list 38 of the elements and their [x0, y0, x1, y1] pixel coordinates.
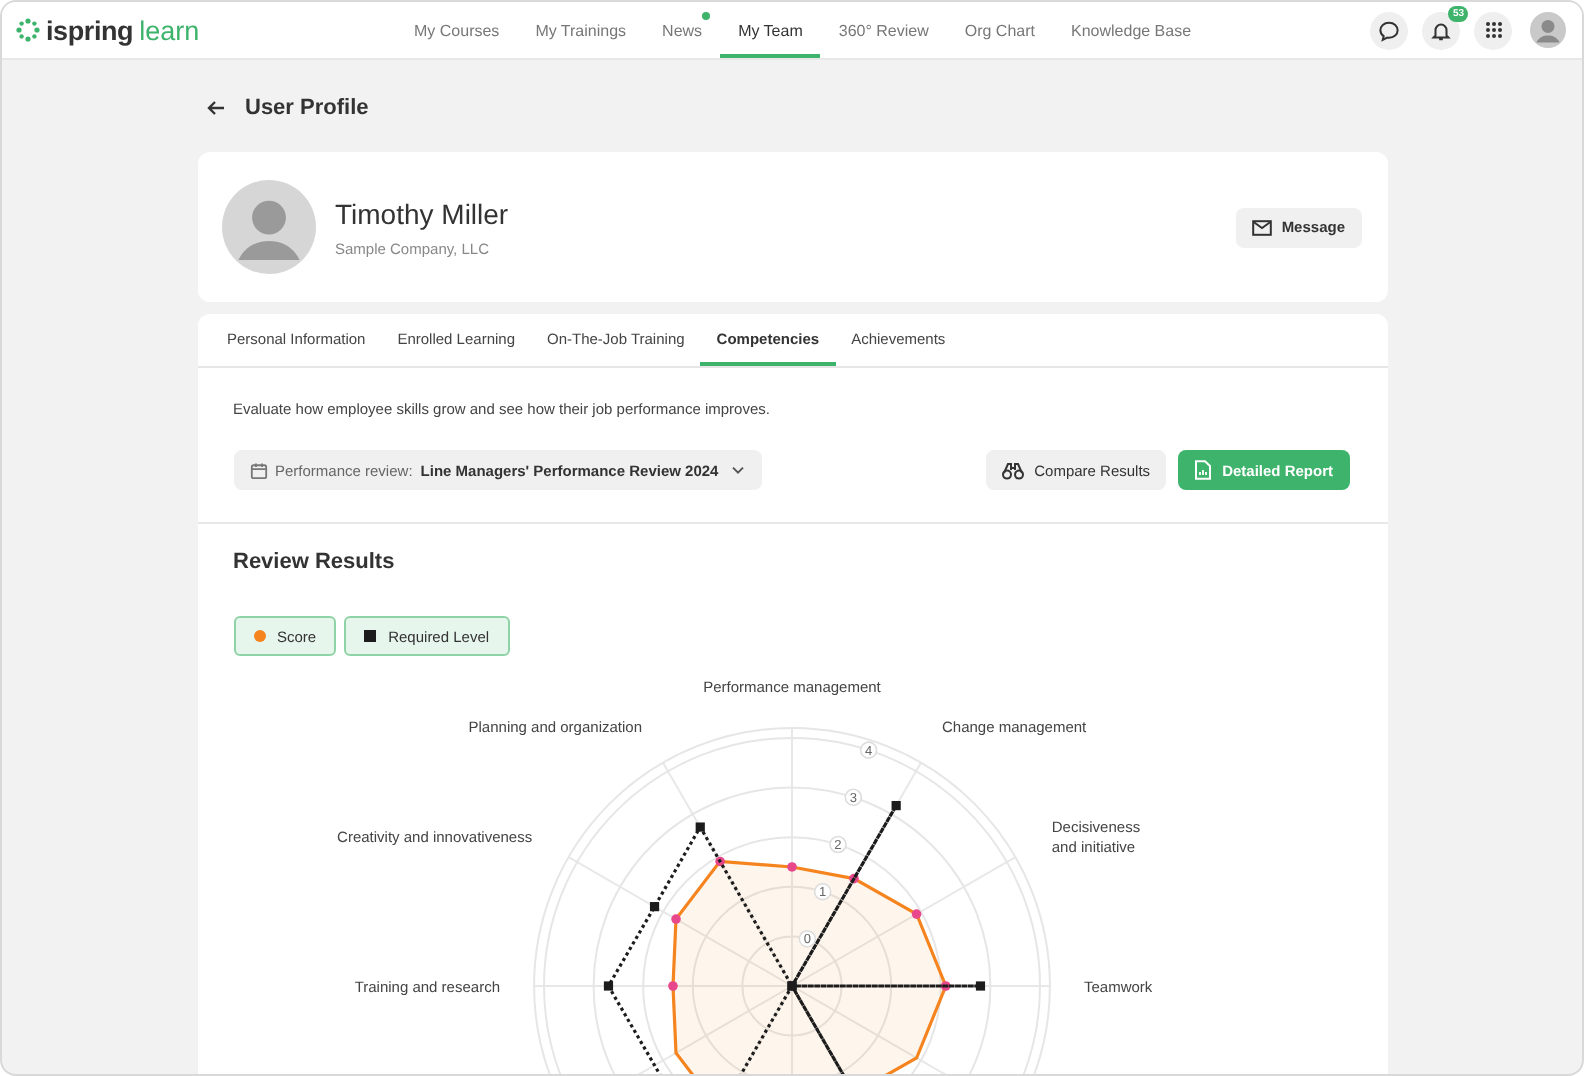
section-title: Review Results: [233, 548, 397, 578]
calendar-icon: [249, 461, 267, 479]
nav-link[interactable]: My Courses: [396, 2, 518, 58]
logo-icon: [16, 18, 40, 42]
chat-bubble-icon: [1378, 19, 1400, 41]
nav-link[interactable]: Knowledge Base: [1053, 2, 1210, 58]
page-title: User Profile: [245, 96, 369, 120]
logo-text: ispring: [46, 15, 134, 45]
required-level-marker: [890, 801, 900, 811]
user-name: Timothy Miller: [335, 197, 511, 229]
chevron-down-icon: [730, 462, 747, 478]
logo-text: learn: [139, 15, 200, 45]
score-point: [670, 914, 680, 924]
back-arrow-icon: [205, 98, 225, 118]
chat-button[interactable]: [1370, 11, 1408, 49]
envelope-icon: [1251, 219, 1272, 235]
binoculars-icon: [1002, 461, 1025, 479]
score-point: [910, 909, 921, 919]
score-point: [667, 981, 677, 991]
nav-link[interactable]: My Team: [720, 2, 821, 58]
document-icon: [1194, 460, 1213, 480]
required-level-marker: [974, 981, 985, 991]
nav-link[interactable]: News: [644, 2, 721, 58]
required-level-marker: [648, 902, 659, 912]
nav-link[interactable]: 360° Review: [820, 2, 947, 58]
user-avatar[interactable]: [1530, 12, 1566, 48]
required-level-marker: [602, 981, 613, 991]
nav-link[interactable]: My Trainings: [517, 2, 645, 58]
required-level-marker: [694, 822, 704, 832]
score-point: [848, 873, 858, 884]
score-point: [786, 862, 796, 872]
bell-icon: [1430, 19, 1452, 41]
apps-menu-button[interactable]: [1474, 11, 1512, 49]
score-point: [714, 856, 724, 867]
grid-icon: [1483, 20, 1503, 40]
nav-link[interactable]: Org Chart: [946, 2, 1053, 58]
profile-avatar: [221, 180, 315, 274]
score-point: [939, 981, 950, 991]
